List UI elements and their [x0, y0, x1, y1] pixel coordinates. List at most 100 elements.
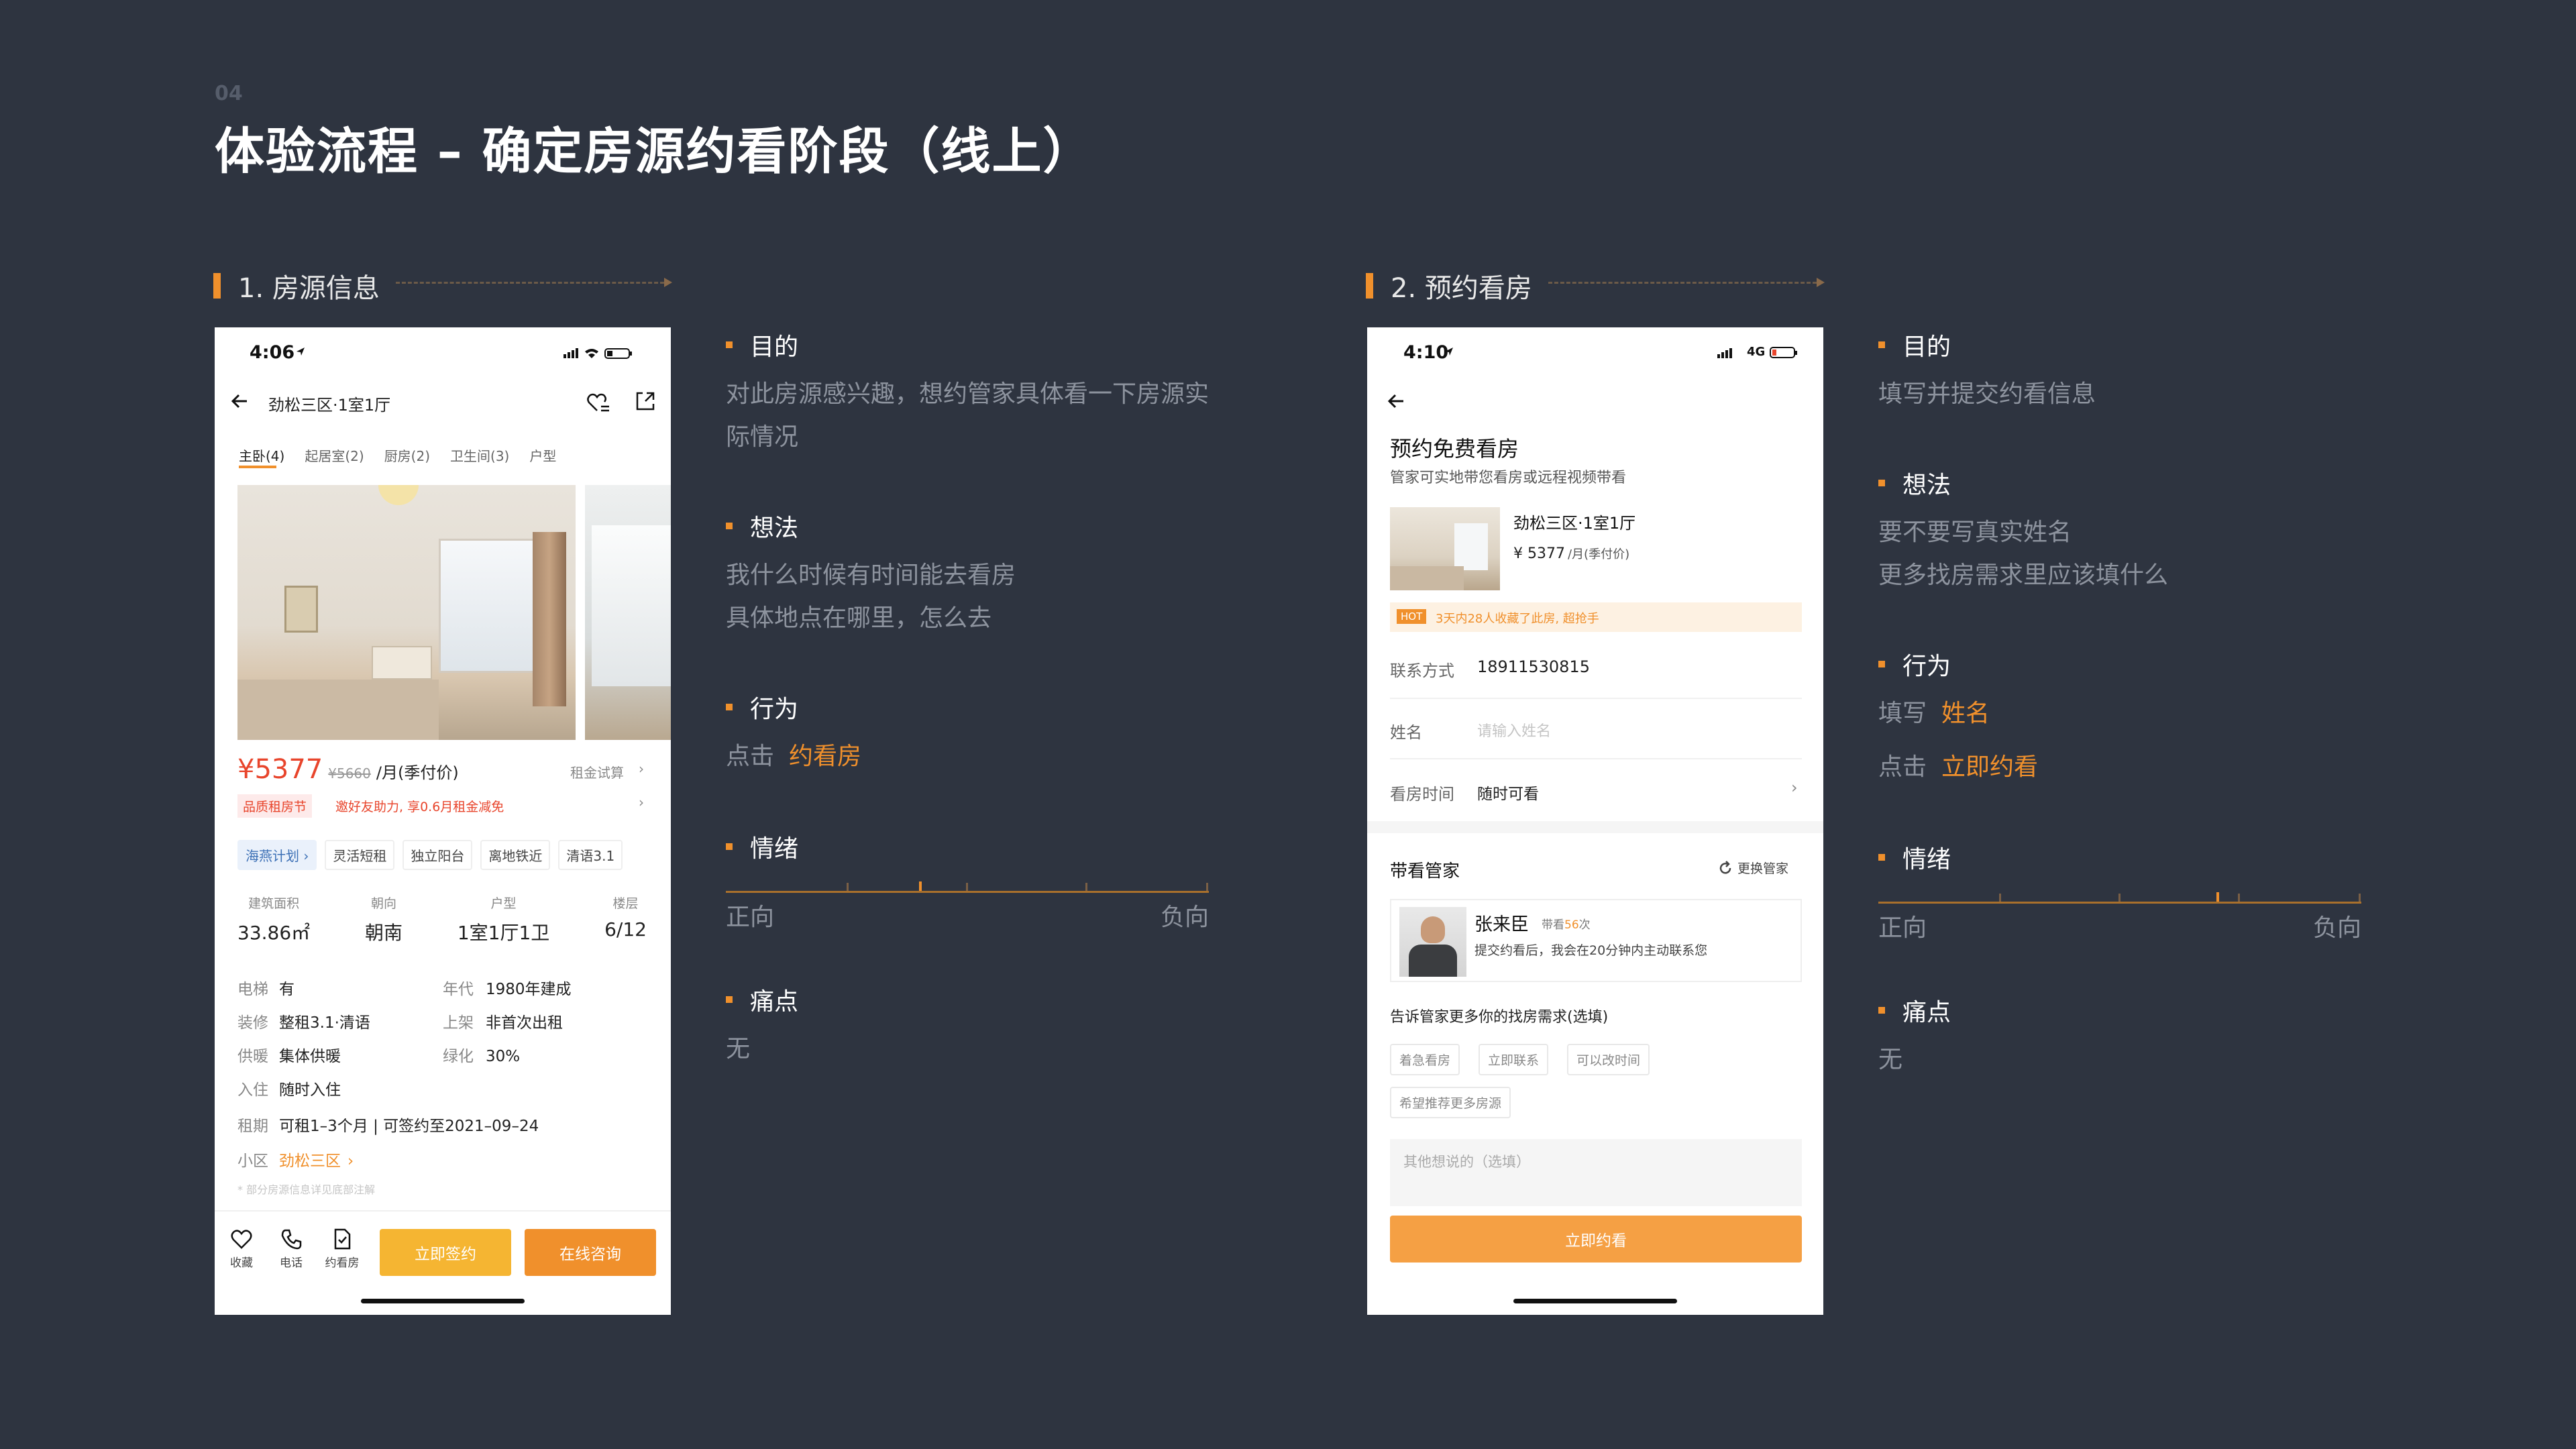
phone-button[interactable]: 电话 — [275, 1228, 307, 1270]
contact-label: 联系方式 — [1390, 661, 1454, 680]
agent-section-title: 带看管家 — [1390, 861, 1460, 881]
pain-text: 无 — [1878, 1046, 1903, 1073]
goal-text: 填写并提交约看信息 — [1878, 380, 2096, 408]
emotion-negative-label: 负向 — [1161, 904, 1210, 931]
status-icons — [564, 348, 632, 359]
promo-text[interactable]: 邀好友助力, 享0.6月租金减免 — [335, 797, 504, 815]
tab-kitchen[interactable]: 厨房(2) — [384, 445, 430, 465]
price-unit: /月(季付价) — [376, 763, 459, 782]
spec-floor: 楼层 6/12 — [604, 896, 647, 941]
section-1-header: 1. 房源信息 — [213, 266, 380, 305]
thought-heading: 想法 — [726, 508, 798, 543]
tab-living-room[interactable]: 起居室(2) — [305, 445, 364, 465]
spec-area: 建筑面积 33.86㎡ — [237, 896, 311, 944]
emotion-positive-label: 正向 — [726, 904, 775, 931]
room-tabs: 主卧(4) 起居室(2) 厨房(2) 卫生间(3) 户型 — [239, 445, 556, 465]
need-tag-flexible-time[interactable]: 可以改时间 — [1567, 1044, 1650, 1075]
status-time: 4:06 — [250, 342, 295, 363]
online-consult-button[interactable]: 在线咨询 — [525, 1229, 656, 1276]
status-time: 4:10 — [1403, 342, 1449, 363]
rent-calculator-link[interactable]: 租金试算 — [570, 762, 624, 782]
divider — [215, 1210, 671, 1212]
window-image — [439, 539, 546, 673]
room-photo[interactable] — [237, 485, 576, 740]
tab-bathroom[interactable]: 卫生间(3) — [450, 445, 509, 465]
sign-now-button[interactable]: 立即签约 — [380, 1229, 511, 1276]
pain-text: 无 — [726, 1035, 751, 1063]
section-marker — [213, 273, 221, 299]
back-arrow-icon[interactable] — [1385, 389, 1409, 413]
tag-haiyan[interactable]: 海燕计划 › — [237, 840, 317, 870]
bullet-icon — [726, 523, 733, 529]
favorite-list-icon[interactable] — [585, 389, 612, 416]
section-1-arrow-icon — [664, 278, 672, 287]
detail-row: 租期 可租1–3个月 | 可签约至2021–09–24 — [237, 1118, 539, 1135]
need-tag-contact-now[interactable]: 立即联系 — [1479, 1044, 1549, 1075]
heart-icon — [231, 1230, 252, 1249]
tab-floorplan[interactable]: 户型 — [529, 445, 556, 465]
bullet-icon — [1878, 661, 1885, 667]
listing-name: 劲松三区·1室1厅 — [1513, 514, 1636, 533]
price: ¥5377 — [237, 754, 323, 785]
tag-near-subway: 离地铁近 — [480, 840, 551, 870]
thought-text: 要不要写真实姓名 更多找房需求里应该填什么 — [1878, 519, 2169, 589]
thought-text: 我什么时候有时间能去看房 具体地点在哪里，怎么去 — [726, 561, 1016, 632]
other-notes-textarea[interactable]: 其他想说的（选填） — [1390, 1139, 1802, 1206]
location-icon — [297, 347, 305, 356]
need-tag-more-listings[interactable]: 希望推荐更多房源 — [1390, 1087, 1511, 1118]
bullet-icon — [726, 704, 733, 710]
name-label: 姓名 — [1390, 723, 1422, 742]
detail-row: 电梯有 年代 1980年建成 — [237, 981, 572, 998]
listing-price-unit: /月(季付价) — [1567, 547, 1630, 561]
time-select[interactable]: 随时可看 — [1477, 781, 1539, 804]
tag-short-lease: 灵活短租 — [325, 840, 395, 870]
scale-tick — [1206, 883, 1208, 891]
ceiling-lamp-image — [378, 485, 419, 505]
form-subtitle: 管家可实地带您看房或远程视频带看 — [1390, 470, 1627, 486]
change-agent-button[interactable]: 更换管家 — [1717, 859, 1788, 877]
divider — [1390, 698, 1802, 699]
action-heading: 行为 — [1878, 647, 1951, 682]
scale-tick — [2238, 894, 2240, 902]
spec-grid: 建筑面积 33.86㎡ 朝向 朝南 户型 1室1厅1卫 楼层 6/12 — [237, 894, 647, 945]
action-heading: 行为 — [726, 690, 798, 724]
listing-price-row: ¥ 5377 /月(季付价) — [1513, 545, 1629, 562]
scale-tick — [847, 883, 849, 891]
agent-count: 带看56次 — [1542, 918, 1591, 932]
section-2-header: 2. 预约看房 — [1366, 266, 1532, 305]
emotion-heading: 情绪 — [726, 829, 798, 864]
share-icon[interactable] — [633, 389, 657, 413]
tab-master-bedroom[interactable]: 主卧(4) — [239, 445, 284, 465]
bullet-icon — [1878, 1007, 1885, 1014]
favorite-button[interactable]: 收藏 — [225, 1228, 258, 1270]
agent-card: 张来臣 带看56次 提交约看后，我会在20分钟内主动联系您 — [1390, 899, 1802, 982]
bed-image — [1390, 566, 1464, 590]
submit-booking-button[interactable]: 立即约看 — [1390, 1216, 1802, 1263]
chevron-right-icon: › — [1791, 778, 1798, 797]
agent-description: 提交约看后，我会在20分钟内主动联系您 — [1474, 943, 1708, 958]
thought-heading: 想法 — [1878, 466, 1951, 500]
old-price: ¥5660 — [328, 765, 371, 782]
bed-image — [237, 680, 439, 740]
bullet-icon — [1878, 480, 1885, 486]
contact-value: 18911530815 — [1477, 657, 1590, 676]
need-tag-urgent[interactable]: 着急看房 — [1390, 1044, 1460, 1075]
detail-row: 入住 随时入住 — [237, 1081, 341, 1099]
room-photo-next[interactable] — [585, 485, 671, 740]
name-input[interactable]: 请输入姓名 — [1477, 719, 1551, 741]
hot-notice: HOT 3天内28人收藏了此房, 超抢手 — [1390, 602, 1802, 632]
time-label: 看房时间 — [1390, 785, 1454, 804]
hot-text: 3天内28人收藏了此房, 超抢手 — [1436, 612, 1599, 626]
goal-text: 对此房源感兴趣，想约管家具体看一下房源实 际情况 — [726, 380, 1210, 451]
bullet-icon — [1878, 341, 1885, 348]
back-arrow-icon[interactable] — [228, 389, 252, 413]
community-link[interactable]: 小区 劲松三区 › — [237, 1144, 640, 1174]
scale-tick — [2359, 894, 2361, 902]
curtain-image — [533, 532, 566, 706]
agent-name: 张来臣 — [1474, 914, 1529, 935]
detail-list: 电梯有 年代 1980年建成 装修 整租3.1·清语 上架 非首次出租 供暖 集体供暖 … — [237, 973, 640, 1174]
phone-listing-screen: 4:06 劲松三区·1室1厅 主卧(4) 起居室(2) 厨房(2) 卫生间(3)… — [215, 327, 671, 1315]
book-viewing-button[interactable]: 约看房 — [322, 1228, 362, 1270]
emotion-scale — [1878, 892, 2361, 904]
bullet-icon — [1878, 854, 1885, 861]
